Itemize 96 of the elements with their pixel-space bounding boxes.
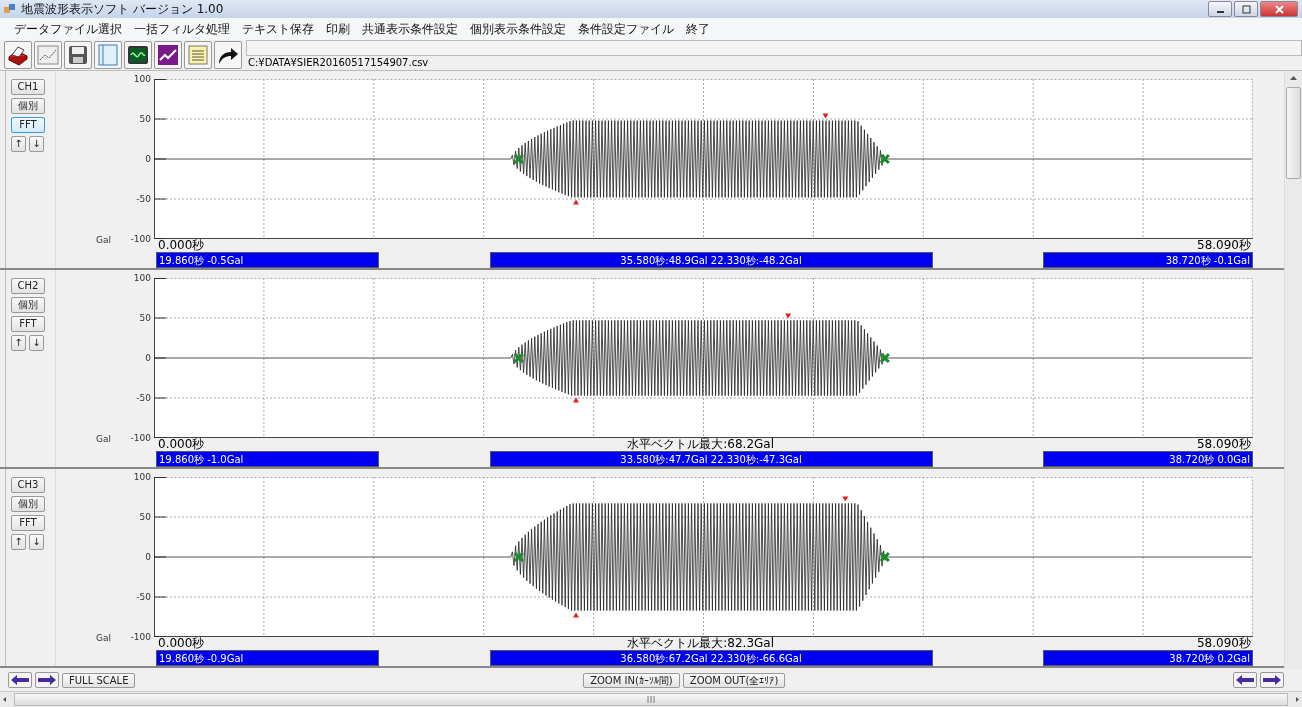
left-cursor-reading: 19.860秒 -1.0Gal [156,451,379,467]
monitor-button[interactable] [124,41,152,69]
cursor-marker-icon[interactable] [879,352,891,364]
channel-button[interactable]: CH2 [11,278,45,294]
cursor-marker-icon[interactable] [513,153,525,165]
channel-button[interactable]: CH3 [11,477,45,493]
y-axis-label: 100 [133,471,151,483]
forward-arrow-button[interactable] [214,41,242,69]
full-scale-button[interactable]: FULL SCALE [62,672,136,688]
close-button[interactable] [1260,1,1298,17]
scroll-right-button[interactable] [35,672,59,688]
peak-reading: 33.580秒:47.7Gal 22.330秒:-47.3Gal [489,451,933,467]
vector-max-label: 水平ベクトル最大:82.3Gal [627,637,775,650]
y-axis-label: -100 [130,432,151,444]
individual-settings-button[interactable]: 個別 [11,297,45,313]
y-axis-label: 50 [139,113,151,125]
menu-item[interactable]: データファイル選択 [8,20,128,38]
move-down-button[interactable]: ↓ [29,136,44,152]
minimize-button[interactable] [1208,1,1232,17]
trend-chart-button[interactable] [154,41,182,69]
unit-label: Gal [96,633,111,643]
menu-item[interactable]: 一括フィルタ処理 [128,20,236,38]
min-marker-icon [573,199,579,205]
y-axis-label: -100 [130,631,151,643]
min-marker-icon [573,397,579,403]
peak-reading: 36.580秒:67.2Gal 22.330秒:-66.6Gal [489,650,933,666]
fft-button[interactable]: FFT [11,316,45,332]
scroll-thumb[interactable] [14,693,1288,706]
cursor-marker-icon[interactable] [513,551,525,563]
y-axis-label: -50 [136,591,151,603]
file-path-field[interactable] [246,40,1302,56]
y-axis-label: 50 [139,312,151,324]
start-time-label: 0.000秒 [158,438,205,451]
individual-settings-button[interactable]: 個別 [11,98,45,114]
start-time-label: 0.000秒 [158,637,205,650]
y-axis-label: 100 [133,272,151,284]
end-time-label: 58.090秒 [1197,637,1251,650]
menu-item[interactable]: 共通表示条件設定 [356,20,464,38]
file-path-label: C:¥DATA¥SIER20160517154907.csv [247,56,430,70]
move-down-button[interactable]: ↓ [29,335,44,351]
min-marker-icon [573,612,579,618]
start-time-label: 0.000秒 [158,239,205,252]
menu-item[interactable]: 印刷 [320,20,356,38]
unit-label: Gal [96,434,111,444]
move-up-button[interactable]: ↑ [11,335,26,351]
window-title: 地震波形表示ソフト バージョン 1.00 [21,0,224,18]
grip-icon [647,696,655,703]
print-button[interactable] [4,41,32,69]
close-icon [1274,4,1284,14]
peak-reading: 35.580秒:48.9Gal 22.330秒:-48.2Gal [489,252,933,268]
vertical-scrollbar[interactable] [1284,71,1302,669]
max-marker-icon [842,496,849,502]
individual-settings-button[interactable]: 個別 [11,496,45,512]
cursor-marker-icon[interactable] [513,352,525,364]
save-button[interactable] [64,41,92,69]
move-down-button[interactable]: ↓ [29,534,44,550]
y-axis-label: 50 [139,511,151,523]
left-cursor-reading: 19.860秒 -0.9Gal [156,650,379,666]
max-marker-icon [785,313,792,319]
y-axis-label: 0 [145,352,151,364]
y-axis-label: 0 [145,153,151,165]
fft-button[interactable]: FFT [11,515,45,531]
end-time-label: 58.090秒 [1197,438,1251,451]
zoom-out-button[interactable]: ZOOM OUT(全ｴﾘｱ) [682,672,786,688]
menu-item[interactable]: 条件設定ファイル [572,20,680,38]
y-axis-label: -50 [136,392,151,404]
vector-max-label: 水平ベクトル最大:68.2Gal [627,438,775,451]
menu-item[interactable]: 個別表示条件設定 [464,20,572,38]
menu-item[interactable]: テキスト保存 [236,20,320,38]
cursor-marker-icon[interactable] [879,153,891,165]
minimize-icon [1216,11,1224,13]
scroll-thumb[interactable] [1286,87,1301,179]
right-cursor-reading: 38.720秒 0.0Gal [1043,451,1253,467]
y-axis-label: 0 [145,551,151,563]
max-marker-icon [822,113,829,119]
move-up-button[interactable]: ↑ [11,534,26,550]
zoom-in-button[interactable]: ZOOM IN(ｶｰｿﾙ間) [583,672,680,688]
horizontal-scrollbar[interactable] [0,691,1302,707]
end-time-label: 58.090秒 [1197,239,1251,252]
right-cursor-reading: 38.720秒 0.2Gal [1043,650,1253,666]
maximize-icon [1241,4,1251,14]
y-axis-label: 100 [133,73,151,85]
unit-label: Gal [96,235,111,245]
menu-item[interactable]: 終了 [680,20,716,38]
scroll-left-button[interactable] [8,672,32,688]
left-cursor-reading: 19.860秒 -0.5Gal [156,252,379,268]
scroll-right-button[interactable] [1260,672,1284,688]
y-axis-label: -100 [130,233,151,245]
cursor-marker-icon[interactable] [879,551,891,563]
y-axis-label: -50 [136,193,151,205]
app-icon [4,3,16,15]
move-up-button[interactable]: ↑ [11,136,26,152]
right-cursor-reading: 38.720秒 -0.1Gal [1043,252,1253,268]
fft-button[interactable]: FFT [11,117,45,133]
channel-button[interactable]: CH1 [11,79,45,95]
scroll-left-button[interactable] [1233,672,1257,688]
